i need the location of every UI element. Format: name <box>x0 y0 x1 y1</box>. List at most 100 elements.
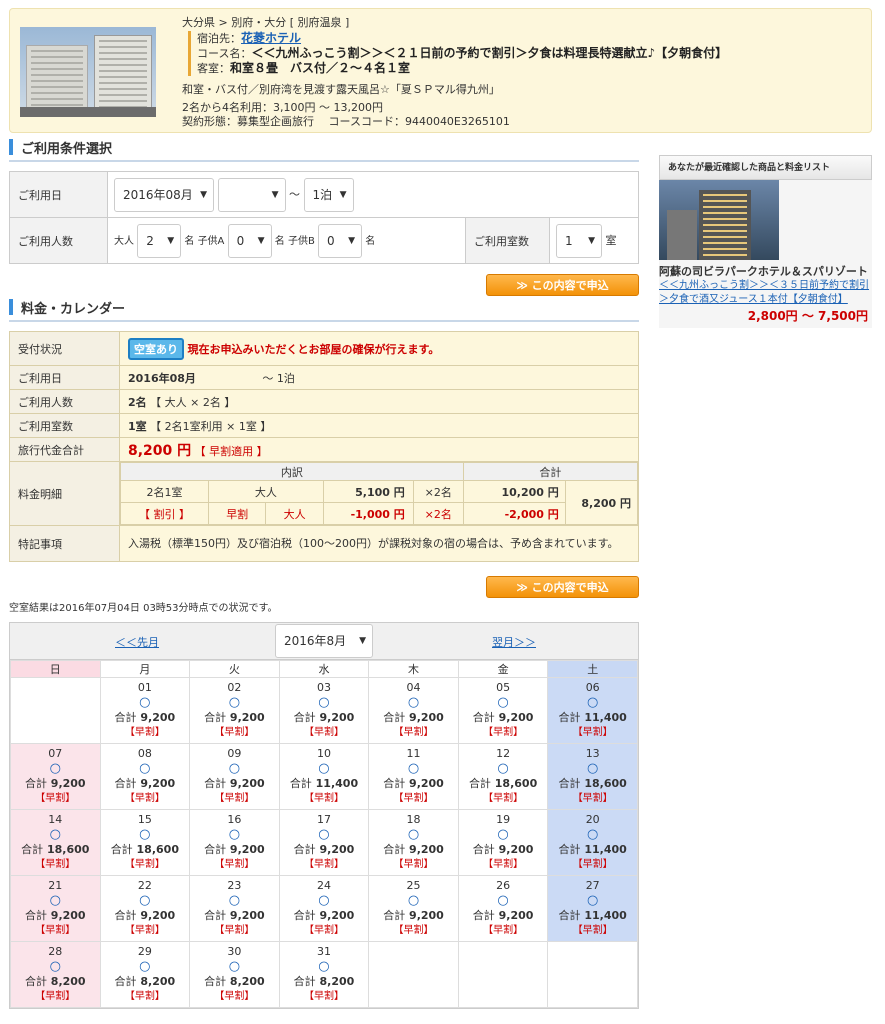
availability-mark[interactable]: ○ <box>280 893 369 908</box>
day-total: 合計 9,200 <box>101 710 190 725</box>
availability-mark[interactable]: ○ <box>11 959 100 974</box>
calendar-day[interactable]: 09 ○ 合計 9,200 【早割】 <box>189 743 280 810</box>
day-total: 合計 18,600 <box>11 842 100 857</box>
calendar-day[interactable]: 23 ○ 合計 9,200 【早割】 <box>189 875 280 942</box>
day-number: 08 <box>137 747 152 760</box>
room-label: 客室： <box>197 62 230 75</box>
calendar-day[interactable]: 02 ○ 合計 9,200 【早割】 <box>189 677 280 744</box>
calendar-day[interactable]: 08 ○ 合計 9,200 【早割】 <box>99 743 191 810</box>
availability-mark[interactable]: ○ <box>369 761 458 776</box>
availability-mark[interactable]: ○ <box>101 695 190 710</box>
early-badge: 【早割】 <box>572 727 613 738</box>
hotel-label: 宿泊先： <box>197 32 241 45</box>
next-month-link[interactable]: 翌月＞＞ <box>492 634 536 650</box>
calendar-day[interactable]: 13 ○ 合計 18,600 【早割】 <box>547 743 638 810</box>
availability-mark[interactable]: ○ <box>459 893 548 908</box>
total-prefix: 合計 <box>114 777 137 790</box>
calendar-day[interactable]: 16 ○ 合計 9,200 【早割】 <box>189 809 280 876</box>
day-select[interactable]: ▼ <box>217 177 286 212</box>
availability-mark[interactable]: ○ <box>190 695 279 710</box>
availability-mark[interactable]: ○ <box>190 761 279 776</box>
total-prefix: 合計 <box>114 975 137 988</box>
recent-hotel-photo[interactable] <box>659 180 779 260</box>
total-value: 18,600 <box>584 777 627 790</box>
calendar-day[interactable]: 14 ○ 合計 18,600 【早割】 <box>10 809 101 876</box>
calendar-day[interactable]: 05 ○ 合計 9,200 【早割】 <box>457 677 549 744</box>
early-badge: 【早割】 <box>572 793 613 804</box>
availability-mark[interactable]: ○ <box>190 959 279 974</box>
calendar-day[interactable]: 31 ○ 合計 8,200 【早割】 <box>278 941 370 1008</box>
calendar-month-select[interactable]: 2016年8月 ▼ <box>275 624 373 658</box>
availability-mark[interactable]: ○ <box>548 695 637 710</box>
breakdown-count: ×2名 <box>412 480 464 503</box>
hotel-photo[interactable] <box>20 27 156 117</box>
calendar-day[interactable]: 19 ○ 合計 9,200 【早割】 <box>457 809 549 876</box>
availability-mark[interactable]: ○ <box>369 695 458 710</box>
availability-mark[interactable]: ○ <box>101 893 190 908</box>
calendar-day[interactable]: 11 ○ 合計 9,200 【早割】 <box>368 743 459 810</box>
availability-mark[interactable]: ○ <box>101 827 190 842</box>
adult-select[interactable]: 2 ▼ <box>137 223 182 258</box>
calendar-day[interactable]: 12 ○ 合計 18,600 【早割】 <box>457 743 549 810</box>
early-badge: 【早割】 <box>303 727 344 738</box>
calendar-day[interactable]: 03 ○ 合計 9,200 【早割】 <box>278 677 370 744</box>
calendar-day[interactable]: 29 ○ 合計 8,200 【早割】 <box>99 941 191 1008</box>
availability-mark[interactable]: ○ <box>369 827 458 842</box>
availability-mark[interactable]: ○ <box>459 827 548 842</box>
availability-mark[interactable]: ○ <box>548 893 637 908</box>
calendar-day[interactable]: 25 ○ 合計 9,200 【早割】 <box>368 875 459 942</box>
childA-select[interactable]: 0 ▼ <box>227 223 272 258</box>
calendar-day[interactable]: 24 ○ 合計 9,200 【早割】 <box>278 875 370 942</box>
fee-total-value: 8,200 円 <box>128 442 192 459</box>
prev-month-link[interactable]: ＜＜先月 <box>115 634 159 650</box>
calendar-day[interactable]: 04 ○ 合計 9,200 【早割】 <box>368 677 459 744</box>
apply-button-bottom[interactable]: ≫ この内容で申込 <box>486 576 639 598</box>
day-total: 合計 9,200 <box>280 842 369 857</box>
calendar-day[interactable]: 20 ○ 合計 11,400 【早割】 <box>547 809 638 876</box>
day-total: 合計 8,200 <box>190 974 279 989</box>
calendar-day[interactable]: 26 ○ 合計 9,200 【早割】 <box>457 875 549 942</box>
day-total: 合計 9,200 <box>190 908 279 923</box>
calendar-day[interactable]: 01 ○ 合計 9,200 【早割】 <box>99 677 191 744</box>
availability-mark[interactable]: ○ <box>11 827 100 842</box>
availability-mark[interactable]: ○ <box>190 827 279 842</box>
availability-mark[interactable]: ○ <box>459 695 548 710</box>
room-name: 和室８畳 バス付／２～４名１室 <box>230 61 411 75</box>
calendar-day[interactable]: 15 ○ 合計 18,600 【早割】 <box>99 809 191 876</box>
availability-mark[interactable]: ○ <box>101 959 190 974</box>
rooms-select[interactable]: 1 ▼ <box>556 223 602 258</box>
availability-mark[interactable]: ○ <box>548 761 637 776</box>
calendar-day[interactable]: 21 ○ 合計 9,200 【早割】 <box>10 875 101 942</box>
nights-select[interactable]: 1泊 ▼ <box>303 177 354 212</box>
recent-plan-link[interactable]: ＜＜九州ふっこう割＞＞＜３５日前予約で割引＞夕食で酒又ジュース１本付【夕朝食付】 <box>659 279 872 307</box>
availability-mark[interactable]: ○ <box>280 695 369 710</box>
early-badge: 【早割】 <box>483 925 524 936</box>
availability-mark[interactable]: ○ <box>280 827 369 842</box>
month-select[interactable]: 2016年08月 ▼ <box>114 177 214 212</box>
calendar-day[interactable]: 06 ○ 合計 11,400 【早割】 <box>547 677 638 744</box>
availability-mark[interactable]: ○ <box>548 827 637 842</box>
calendar-day[interactable]: 30 ○ 合計 8,200 【早割】 <box>189 941 280 1008</box>
availability-mark[interactable]: ○ <box>190 893 279 908</box>
availability-mark[interactable]: ○ <box>459 761 548 776</box>
availability-mark[interactable]: ○ <box>369 893 458 908</box>
calendar-day[interactable]: 17 ○ 合計 9,200 【早割】 <box>278 809 370 876</box>
calendar-day[interactable]: 18 ○ 合計 9,200 【早割】 <box>368 809 459 876</box>
calendar-day[interactable]: 22 ○ 合計 9,200 【早割】 <box>99 875 191 942</box>
childB-select[interactable]: 0 ▼ <box>318 223 363 258</box>
calendar-day[interactable]: 10 ○ 合計 11,400 【早割】 <box>278 743 370 810</box>
calendar-day[interactable]: 27 ○ 合計 11,400 【早割】 <box>547 875 638 942</box>
hotel-name-link[interactable]: 花菱ホテル <box>241 31 301 45</box>
calendar-day[interactable]: 28 ○ 合計 8,200 【早割】 <box>10 941 101 1008</box>
total-prefix: 合計 <box>289 777 312 790</box>
total-prefix: 合計 <box>558 909 581 922</box>
availability-mark[interactable]: ○ <box>280 761 369 776</box>
calendar-day <box>368 941 459 1008</box>
availability-mark[interactable]: ○ <box>280 959 369 974</box>
availability-mark[interactable]: ○ <box>11 893 100 908</box>
apply-button-top[interactable]: ≫ この内容で申込 <box>486 274 639 296</box>
calendar-day[interactable]: 07 ○ 合計 9,200 【早割】 <box>10 743 101 810</box>
availability-mark[interactable]: ○ <box>11 761 100 776</box>
day-total: 合計 9,200 <box>369 710 458 725</box>
availability-mark[interactable]: ○ <box>101 761 190 776</box>
